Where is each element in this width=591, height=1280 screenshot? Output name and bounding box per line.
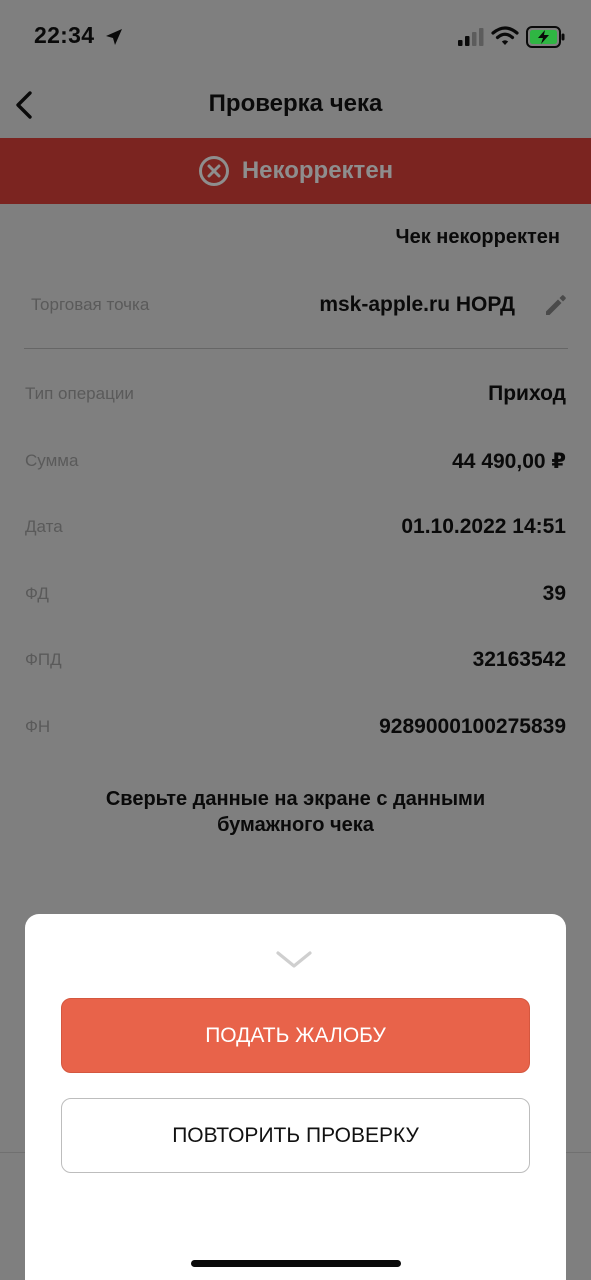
amount-value: 44 490,00 ₽ bbox=[452, 450, 566, 473]
battery-charging-icon bbox=[526, 26, 565, 48]
verification-hint: Сверьте данные на экране с данными бумаж… bbox=[0, 786, 591, 838]
page-title: Проверка чека bbox=[208, 90, 383, 117]
file-complaint-label: ПОДАТЬ ЖАЛОБУ bbox=[205, 1023, 386, 1047]
receipt-status: Чек некорректен bbox=[395, 226, 560, 248]
operation-type-value: Приход bbox=[488, 382, 566, 405]
retry-check-button[interactable]: ПОВТОРИТЬ ПРОВЕРКУ bbox=[61, 1098, 530, 1173]
status-time: 22:34 bbox=[34, 22, 95, 48]
hint-line-2: бумажного чека bbox=[217, 814, 374, 836]
close-circle-icon bbox=[198, 156, 229, 186]
location-arrow-icon bbox=[106, 29, 122, 45]
retry-check-label: ПОВТОРИТЬ ПРОВЕРКУ bbox=[172, 1123, 419, 1147]
date-label: Дата bbox=[25, 517, 63, 536]
divider bbox=[24, 348, 568, 349]
operation-type-label: Тип операции bbox=[25, 384, 134, 403]
file-complaint-button[interactable]: ПОДАТЬ ЖАЛОБУ bbox=[61, 998, 530, 1073]
fd-value: 39 bbox=[542, 582, 566, 605]
status-banner-text: Некорректен bbox=[241, 157, 394, 184]
fd-label: ФД bbox=[25, 584, 49, 603]
chevron-down-icon[interactable] bbox=[274, 948, 314, 972]
pencil-icon[interactable] bbox=[543, 292, 569, 318]
hint-line-1: Сверьте данные на экране с данными bbox=[105, 788, 486, 810]
store-label: Торговая точка bbox=[31, 295, 150, 314]
amount-label: Сумма bbox=[25, 451, 79, 470]
fpd-value: 32163542 bbox=[472, 648, 566, 671]
cellular-signal-icon bbox=[458, 28, 484, 46]
fn-label: ФН bbox=[25, 717, 51, 736]
wifi-icon bbox=[491, 26, 519, 45]
store-value: msk-apple.ru НОРД bbox=[319, 293, 515, 316]
fn-value: 9289000100275839 bbox=[379, 715, 566, 738]
home-indicator bbox=[191, 1260, 401, 1267]
fpd-label: ФПД bbox=[25, 650, 62, 669]
date-value: 01.10.2022 14:51 bbox=[401, 515, 566, 538]
status-banner: Некорректен bbox=[0, 138, 591, 204]
